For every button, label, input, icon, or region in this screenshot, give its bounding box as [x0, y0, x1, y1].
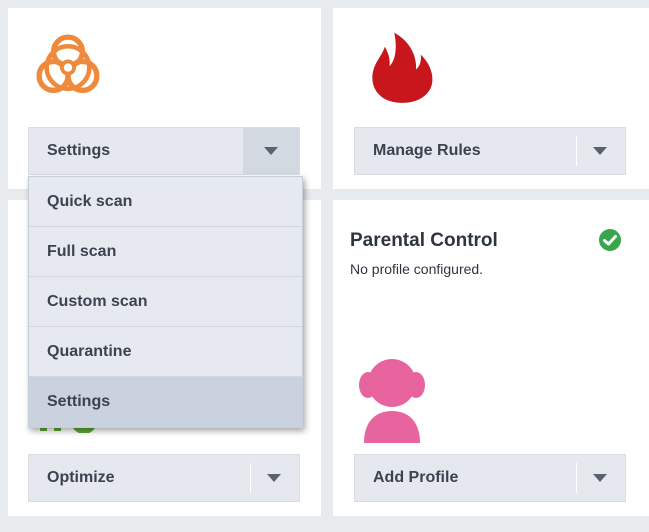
menu-item-full-scan[interactable]: Full scan — [29, 227, 302, 277]
add-profile-dropdown-toggle[interactable] — [575, 455, 625, 501]
check-circle-icon — [599, 229, 621, 251]
parental-control-subtitle: No profile configured. — [350, 261, 484, 277]
manage-rules-button[interactable]: Manage Rules — [355, 128, 575, 174]
optimize-dropdown-toggle[interactable] — [249, 455, 299, 501]
menu-item-settings[interactable]: Settings — [29, 377, 302, 427]
chevron-down-icon — [267, 474, 281, 482]
manage-rules-split-button: Manage Rules — [354, 127, 626, 175]
settings-split-button: Settings — [28, 127, 300, 175]
menu-item-custom-scan[interactable]: Custom scan — [29, 277, 302, 327]
add-profile-button[interactable]: Add Profile — [355, 455, 575, 501]
parental-control-tile: Parental Control No profile configured. … — [333, 200, 649, 516]
menu-item-quick-scan[interactable]: Quick scan — [29, 177, 302, 227]
manage-rules-label: Manage Rules — [373, 142, 481, 159]
optimize-label: Optimize — [47, 469, 115, 486]
firewall-tile: Manage Rules — [333, 8, 649, 189]
chevron-down-icon — [264, 147, 278, 155]
add-profile-split-button: Add Profile — [354, 454, 626, 502]
settings-dropdown-menu: Quick scan Full scan Custom scan Quarant… — [28, 176, 303, 428]
parental-control-title: Parental Control — [350, 230, 498, 251]
manage-rules-dropdown-toggle[interactable] — [575, 128, 625, 174]
menu-item-quarantine[interactable]: Quarantine — [29, 327, 302, 377]
settings-button[interactable]: Settings — [29, 128, 244, 174]
optimize-button[interactable]: Optimize — [29, 455, 249, 501]
add-profile-label: Add Profile — [373, 469, 459, 486]
chevron-down-icon — [593, 147, 607, 155]
settings-dropdown-toggle[interactable] — [243, 128, 299, 174]
fire-icon — [372, 32, 433, 103]
chevron-down-icon — [593, 474, 607, 482]
child-user-icon — [359, 359, 425, 443]
optimize-split-button: Optimize — [28, 454, 300, 502]
antivirus-tile: Settings — [8, 8, 321, 189]
settings-button-label: Settings — [47, 142, 111, 159]
biohazard-icon — [36, 34, 100, 93]
